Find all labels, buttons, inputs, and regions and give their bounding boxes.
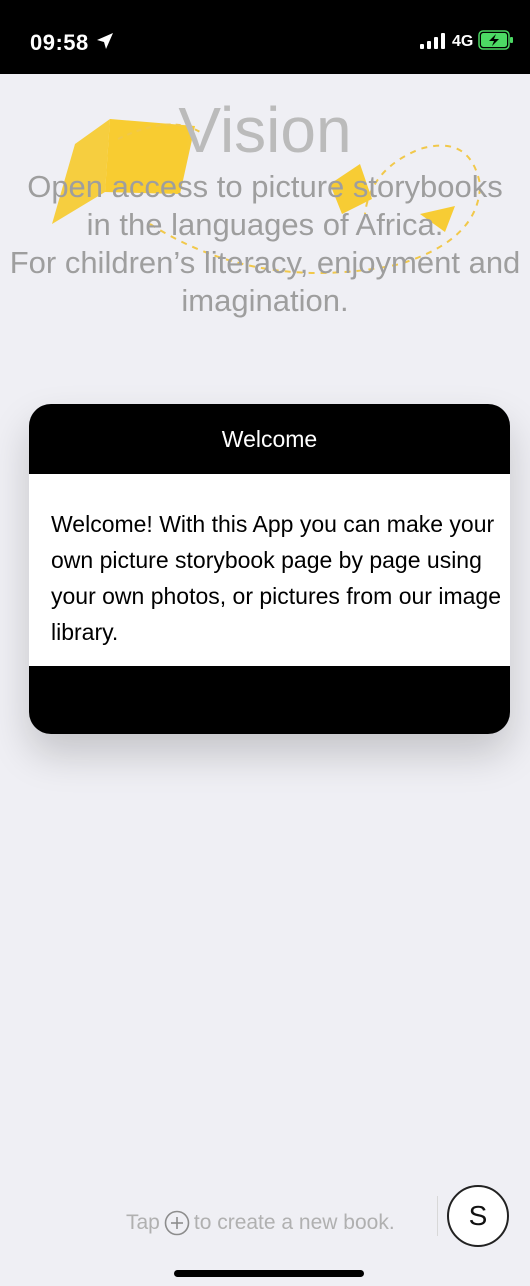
network-type: 4G — [452, 33, 474, 50]
hint-text-after: to create a new book. — [193, 1211, 395, 1234]
home-indicator[interactable] — [174, 1270, 364, 1277]
vision-line-2: in the languages of Africa. — [86, 207, 444, 242]
dialog-title: Welcome — [221, 426, 318, 452]
vision-line-3: For children’s literacy, enjoyment and — [9, 245, 521, 280]
create-book-hint: Tap to create a new book. — [126, 1206, 395, 1240]
divider — [437, 1196, 438, 1236]
cellular-signal-icon — [420, 33, 445, 49]
vision-line-4: imagination. — [181, 283, 349, 318]
plus-circle-icon — [164, 1210, 190, 1236]
vision-title: Vision — [178, 94, 352, 166]
hint-text-before: Tap — [126, 1211, 160, 1234]
battery-charging-icon — [478, 30, 513, 50]
dialog-body: Welcome! With this App you can make your… — [29, 474, 510, 666]
dialog-footer-button[interactable] — [29, 666, 510, 734]
vision-line-1: Open access to picture storybooks — [27, 169, 503, 204]
status-time: 09:58 — [30, 30, 89, 55]
profile-button[interactable]: S — [447, 1185, 509, 1247]
dialog-message: Welcome! With this App you can make your… — [51, 511, 501, 645]
vision-statement: Open access to picture storybooks in the… — [0, 168, 530, 320]
location-arrow-icon — [97, 33, 113, 49]
welcome-dialog[interactable]: Welcome Welcome! With this App you can m… — [29, 404, 510, 734]
status-bar: 09:58 4G — [0, 0, 530, 74]
